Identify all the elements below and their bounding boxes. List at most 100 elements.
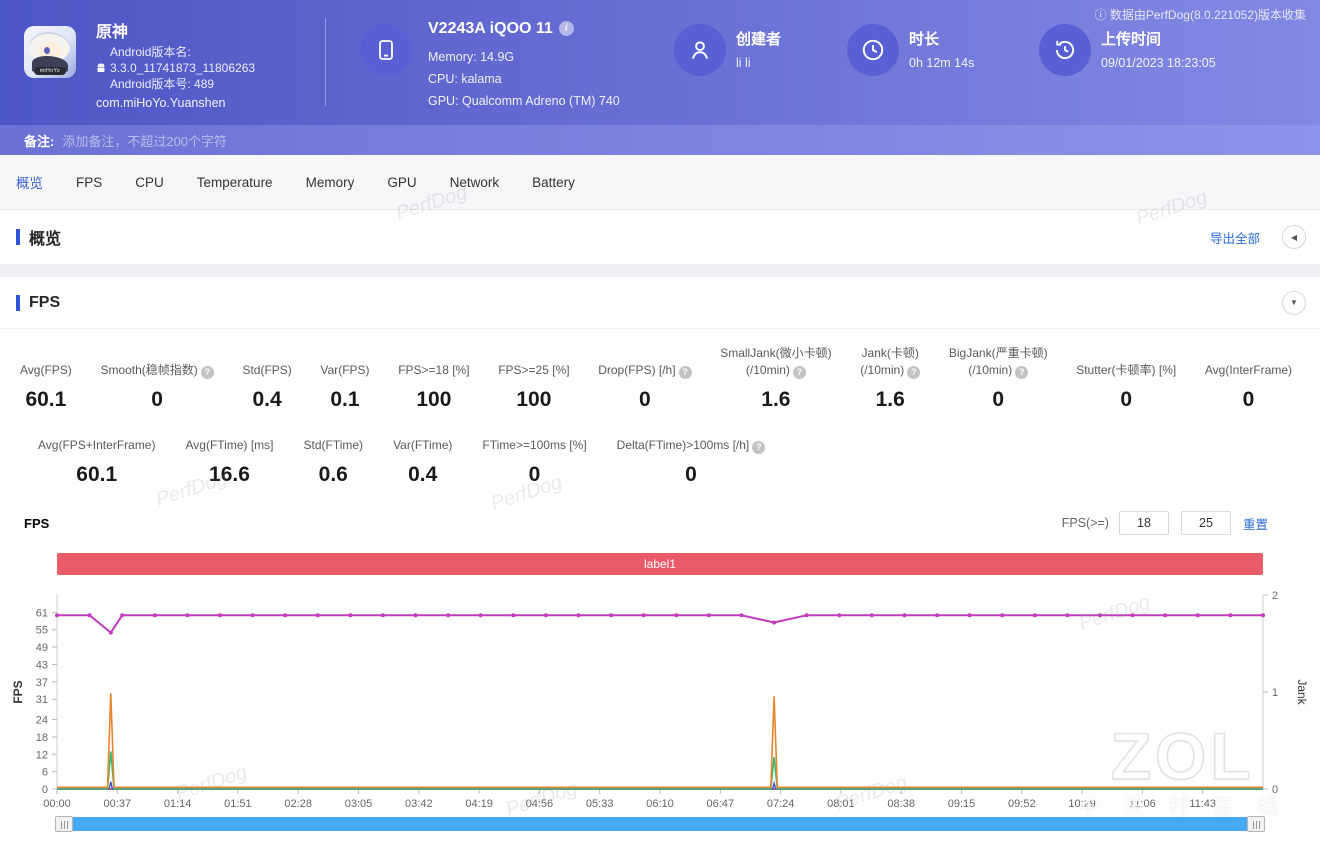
series-marker <box>739 613 744 618</box>
device-info-icon[interactable]: i <box>558 21 574 36</box>
series-marker <box>250 613 255 618</box>
svg-text:37: 37 <box>36 677 48 689</box>
svg-text:11:06: 11:06 <box>1129 798 1156 810</box>
clock-icon <box>862 39 884 61</box>
fps-line-chart[interactable]: 0612182431374349556101200:00 00:37 01:14 01… <box>0 581 1320 815</box>
export-all-link[interactable]: 导出全部 <box>1210 228 1260 247</box>
series-marker <box>283 613 288 618</box>
svg-text:00:37: 00:37 <box>104 798 132 810</box>
tab-6[interactable]: Network <box>450 175 500 190</box>
series-marker <box>185 613 190 618</box>
tab-7[interactable]: Battery <box>532 175 575 190</box>
collapse-down-button[interactable]: ▼ <box>1282 290 1306 315</box>
svg-text:55: 55 <box>36 625 48 637</box>
stat-label: FPS>=18 [%] <box>398 363 470 377</box>
stat-value: 0.4 <box>252 388 282 411</box>
stat-label: Std(FPS) <box>242 363 292 377</box>
series-marker <box>413 613 418 618</box>
svg-text:09:52: 09:52 <box>1008 798 1036 810</box>
tab-4[interactable]: Memory <box>306 175 355 190</box>
title-accent-bar <box>16 294 20 311</box>
stat-std-fps-: Std(FPS) 0.4 <box>242 345 291 426</box>
series-marker <box>902 613 907 618</box>
fps-threshold-max-input[interactable] <box>1180 511 1231 535</box>
svg-text:Jank: Jank <box>1295 679 1309 705</box>
stat-value: 0.4 <box>408 463 438 486</box>
svg-text:49: 49 <box>36 642 48 654</box>
svg-text:11:43: 11:43 <box>1189 798 1216 810</box>
stat-value: 0 <box>992 388 1005 411</box>
stat-label: Avg(InterFrame) <box>1204 363 1292 377</box>
note-strip[interactable]: 备注: 添加备注，不超过200个字符 <box>0 125 1320 155</box>
overview-title: 概览 <box>16 225 61 249</box>
svg-text:00:00: 00:00 <box>43 798 71 810</box>
stat-label: Avg(FPS+InterFrame) <box>38 438 156 452</box>
svg-text:03:42: 03:42 <box>405 798 433 810</box>
chart-scrollbar-track[interactable] <box>55 816 1265 832</box>
stat-drop-fps-h-: Drop(FPS) [/h]? 0 <box>598 345 692 426</box>
series-marker <box>674 613 679 618</box>
stat-fps-18-: FPS>=18 [%] 100 <box>398 345 469 426</box>
tab-0[interactable]: 概览 <box>16 172 43 192</box>
reset-link[interactable]: 重置 <box>1243 514 1268 533</box>
series-marker <box>576 613 581 618</box>
note-input-placeholder[interactable]: 添加备注，不超过200个字符 <box>62 131 227 150</box>
app-name: 原神 <box>96 24 129 41</box>
stat-label: Smooth(稳帧指数)? <box>100 345 214 379</box>
series-marker <box>543 613 548 618</box>
stat-avg-fps-interframe-: Avg(FPS+InterFrame) 60.1 <box>38 436 155 501</box>
device-memory: Memory: 14.9G <box>428 50 515 64</box>
scrollbar-handle-right[interactable] <box>1247 816 1265 832</box>
fps-stats-row-2: Avg(FPS+InterFrame) 60.1 Avg(FTime) [ms] 16… <box>0 426 1320 501</box>
fps-section-row: FPS ▼ <box>0 277 1320 329</box>
fps-threshold-min-input[interactable] <box>1118 511 1169 535</box>
creator-label: 创建者 <box>736 31 782 48</box>
svg-text:0: 0 <box>1272 784 1278 796</box>
android-icon <box>97 63 105 72</box>
stat-value: 0 <box>528 463 541 486</box>
stat-label: Std(FTime) <box>303 438 364 452</box>
series-marker <box>315 613 320 618</box>
android-build-label: Android版本号: 489 <box>110 77 215 91</box>
help-icon[interactable]: ? <box>907 366 921 379</box>
device-icon-circle <box>360 24 412 76</box>
series-jank <box>57 693 1263 789</box>
chart-annotation-bar: label1 <box>57 553 1263 575</box>
series-marker <box>380 613 385 618</box>
stat-value: 0 <box>1242 388 1255 411</box>
series-smooth <box>57 751 1263 790</box>
tab-2[interactable]: CPU <box>135 175 164 190</box>
scrollbar-handle-left[interactable] <box>55 816 73 832</box>
series-marker <box>511 613 516 618</box>
svg-text:09:15: 09:15 <box>948 798 976 810</box>
series-marker <box>641 613 646 618</box>
stat-value: 60.1 <box>76 463 118 486</box>
fps-chart-controls: FPS FPS(>=) 重置 <box>0 501 1320 545</box>
help-icon[interactable]: ? <box>1015 366 1029 379</box>
svg-text:06:10: 06:10 <box>646 798 674 810</box>
tab-3[interactable]: Temperature <box>197 175 273 190</box>
help-icon[interactable]: ? <box>752 441 766 454</box>
series-marker <box>478 613 483 618</box>
series-marker <box>1228 613 1233 618</box>
stat-value: 0.1 <box>330 388 360 411</box>
stat-value: 1.6 <box>761 388 791 411</box>
svg-text:08:38: 08:38 <box>887 798 915 810</box>
svg-text:24: 24 <box>36 715 48 727</box>
help-icon[interactable]: ? <box>678 366 692 379</box>
fps-chart[interactable]: label1 0 6 12 18 24 31 37 43 49 55 61 0 1 2 00:00 00:37… <box>0 545 1320 817</box>
stat-value: 60.1 <box>25 388 67 411</box>
svg-text:2: 2 <box>1272 590 1278 602</box>
duration-icon-circle <box>847 24 899 76</box>
tab-5[interactable]: GPU <box>387 175 416 190</box>
series-marker <box>446 613 451 618</box>
stat-jank-: Jank(卡顿) (/10min)? 1.6 <box>860 345 921 426</box>
collapse-left-button[interactable]: ◀ <box>1282 225 1306 249</box>
help-icon[interactable]: ? <box>792 366 806 379</box>
fps-title: FPS <box>16 294 60 312</box>
device-cpu: CPU: kalama <box>428 72 502 86</box>
header-divider <box>325 18 326 106</box>
series-marker <box>152 613 157 618</box>
help-icon[interactable]: ? <box>200 366 214 379</box>
tab-1[interactable]: FPS <box>76 175 102 190</box>
